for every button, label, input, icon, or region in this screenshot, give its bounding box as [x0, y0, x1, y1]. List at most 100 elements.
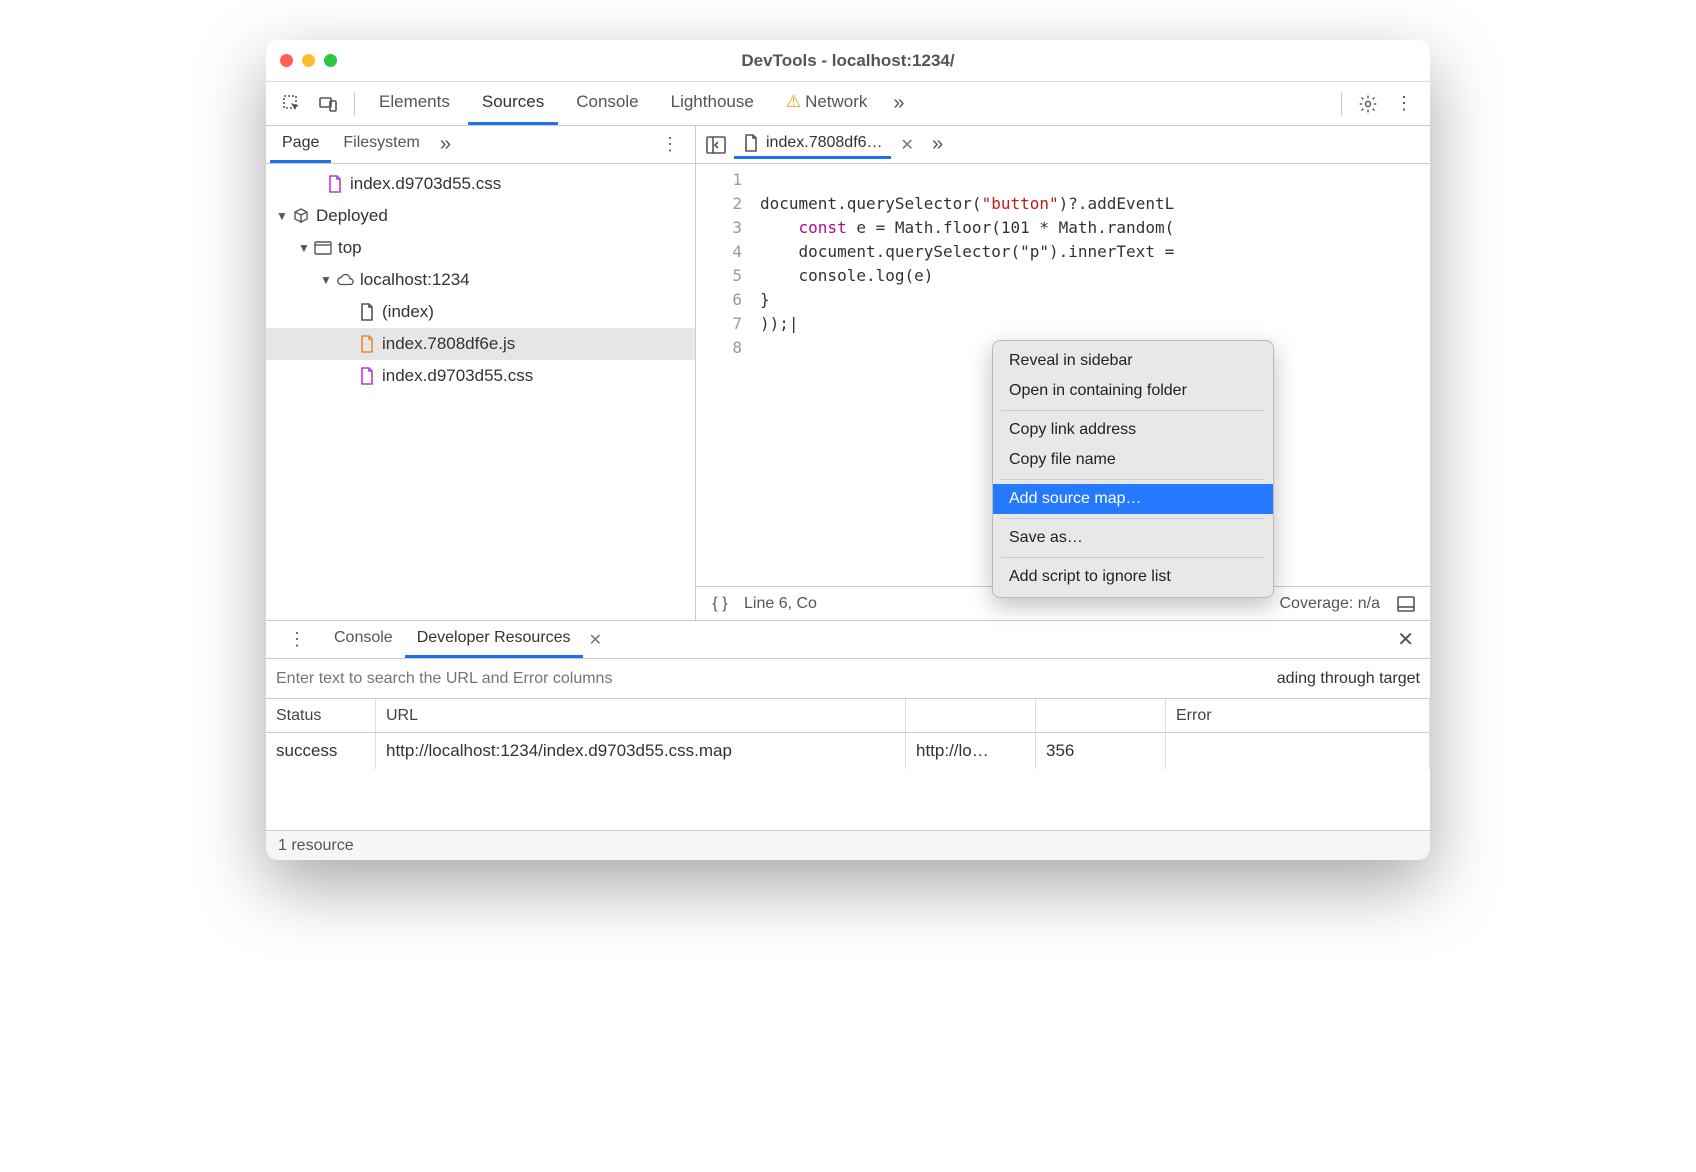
kebab-menu[interactable]: ⋮	[1388, 88, 1420, 120]
device-toolbar-icon[interactable]	[312, 88, 344, 120]
cm-open-folder[interactable]: Open in containing folder	[993, 376, 1273, 406]
tree-label: top	[338, 238, 362, 258]
cm-copy-filename[interactable]: Copy file name	[993, 445, 1273, 475]
chevron-down-icon: ▼	[298, 241, 308, 255]
toggle-navigator-icon[interactable]	[702, 131, 730, 159]
editor-tab[interactable]: index.7808df6…	[734, 130, 891, 159]
tab-lighthouse[interactable]: Lighthouse	[657, 82, 768, 125]
tab-network-label: Network	[805, 92, 867, 111]
nav-tab-filesystem[interactable]: Filesystem	[331, 126, 431, 163]
zoom-window[interactable]	[324, 54, 337, 67]
drawer-tab-devresources[interactable]: Developer Resources	[405, 621, 583, 658]
file-js-icon	[742, 134, 760, 152]
cm-add-ignore[interactable]: Add script to ignore list	[993, 562, 1273, 592]
line-number: 4	[696, 240, 742, 264]
minimize-window[interactable]	[302, 54, 315, 67]
col-url[interactable]: URL	[376, 699, 906, 732]
context-menu: Reveal in sidebar Open in containing fol…	[992, 340, 1274, 598]
editor-tabs-overflow[interactable]: »	[924, 133, 951, 156]
file-js-icon	[358, 335, 376, 353]
col-status[interactable]: Status	[266, 699, 376, 732]
tree-label: localhost:1234	[360, 270, 470, 290]
toolbar-divider-right	[1341, 92, 1342, 116]
cm-separator	[1001, 410, 1265, 411]
code-line: ));|	[760, 314, 799, 333]
tab-console[interactable]: Console	[562, 82, 652, 125]
cm-separator	[1001, 479, 1265, 480]
tree-item-css-loose[interactable]: index.d9703d55.css	[266, 168, 695, 200]
cm-reveal-sidebar[interactable]: Reveal in sidebar	[993, 346, 1273, 376]
drawer-tab-console[interactable]: Console	[322, 621, 405, 658]
line-number: 1	[696, 168, 742, 192]
code-token: )?.addEventL	[1059, 194, 1175, 213]
line-number: 3	[696, 216, 742, 240]
code-line: }	[760, 290, 770, 309]
col-initiator[interactable]	[906, 699, 1036, 732]
tab-sources[interactable]: Sources	[468, 82, 558, 125]
tree-label: index.d9703d55.css	[382, 366, 533, 386]
tree-label: index.7808df6e.js	[382, 334, 515, 354]
line-number: 2	[696, 192, 742, 216]
editor-tab-close[interactable]: ✕	[895, 133, 920, 157]
cm-save-as[interactable]: Save as…	[993, 523, 1273, 553]
tab-network[interactable]: Network	[772, 82, 882, 125]
inspect-element-icon[interactable]	[276, 88, 308, 120]
tree-label: (index)	[382, 302, 434, 322]
tree-item-deployed[interactable]: ▼ Deployed	[266, 200, 695, 232]
table-row[interactable]: success http://localhost:1234/index.d970…	[266, 733, 1430, 769]
tree-item-index[interactable]: (index)	[266, 296, 695, 328]
line-gutter: 1 2 3 4 5 6 7 8	[696, 164, 756, 586]
drawer-panel: ⋮ Console Developer Resources ✕ ✕ ading …	[266, 620, 1430, 860]
nav-tabs-overflow[interactable]: »	[432, 133, 459, 156]
search-input[interactable]	[276, 670, 1269, 688]
code-token: const	[799, 218, 847, 237]
toggle-details-icon[interactable]	[1392, 590, 1420, 618]
drawer-close[interactable]: ✕	[1385, 627, 1426, 652]
drawer-tabs: ⋮ Console Developer Resources ✕ ✕	[266, 621, 1430, 659]
file-css-icon	[326, 175, 344, 193]
navigator-tabs: Page Filesystem » ⋮	[266, 126, 695, 164]
search-row: ading through target	[266, 659, 1430, 699]
drawer-more-menu[interactable]: ⋮	[276, 629, 318, 650]
editor-tab-label: index.7808df6…	[766, 134, 883, 152]
pretty-print-icon[interactable]: { }	[706, 590, 734, 618]
code-token: document.querySelector(	[760, 194, 982, 213]
close-window[interactable]	[280, 54, 293, 67]
code-token: e = Math.floor(101 * Math.random(	[847, 218, 1175, 237]
editor-tabstrip: index.7808df6… ✕ »	[696, 126, 1430, 164]
chevron-down-icon: ▼	[276, 209, 286, 223]
cloud-icon	[336, 271, 354, 289]
cm-add-source-map[interactable]: Add source map…	[993, 484, 1273, 514]
col-error[interactable]: Error	[1166, 699, 1430, 732]
code-line: console.log(e)	[760, 266, 933, 285]
tab-elements[interactable]: Elements	[365, 82, 464, 125]
frame-icon	[314, 239, 332, 257]
tabs-overflow[interactable]: »	[885, 92, 912, 115]
line-number: 5	[696, 264, 742, 288]
line-number: 6	[696, 288, 742, 312]
loading-target-label: ading through target	[1277, 670, 1420, 688]
cm-copy-link[interactable]: Copy link address	[993, 415, 1273, 445]
titlebar: DevTools - localhost:1234/	[266, 40, 1430, 82]
tree-item-top[interactable]: ▼ top	[266, 232, 695, 264]
cell-url: http://localhost:1234/index.d9703d55.css…	[376, 733, 906, 769]
tree-item-host[interactable]: ▼ localhost:1234	[266, 264, 695, 296]
line-number: 7	[696, 312, 742, 336]
nav-tab-page[interactable]: Page	[270, 126, 331, 163]
cm-separator	[1001, 518, 1265, 519]
settings-icon[interactable]	[1352, 88, 1384, 120]
file-css-icon	[358, 367, 376, 385]
tree-item-js[interactable]: index.7808df6e.js	[266, 328, 695, 360]
chevron-down-icon: ▼	[320, 273, 330, 287]
window-title: DevTools - localhost:1234/	[266, 51, 1430, 71]
drawer-tab-close[interactable]: ✕	[583, 628, 608, 652]
col-size[interactable]	[1036, 699, 1166, 732]
main-toolbar: Elements Sources Console Lighthouse Netw…	[266, 82, 1430, 126]
cell-status: success	[266, 733, 376, 769]
nav-more-menu[interactable]: ⋮	[649, 134, 691, 155]
cursor-position: Line 6, Co	[744, 595, 817, 613]
line-number: 8	[696, 336, 742, 360]
code-token: "button"	[982, 194, 1059, 213]
tree-item-css[interactable]: index.d9703d55.css	[266, 360, 695, 392]
code-line: document.querySelector("p").innerText =	[760, 242, 1174, 261]
